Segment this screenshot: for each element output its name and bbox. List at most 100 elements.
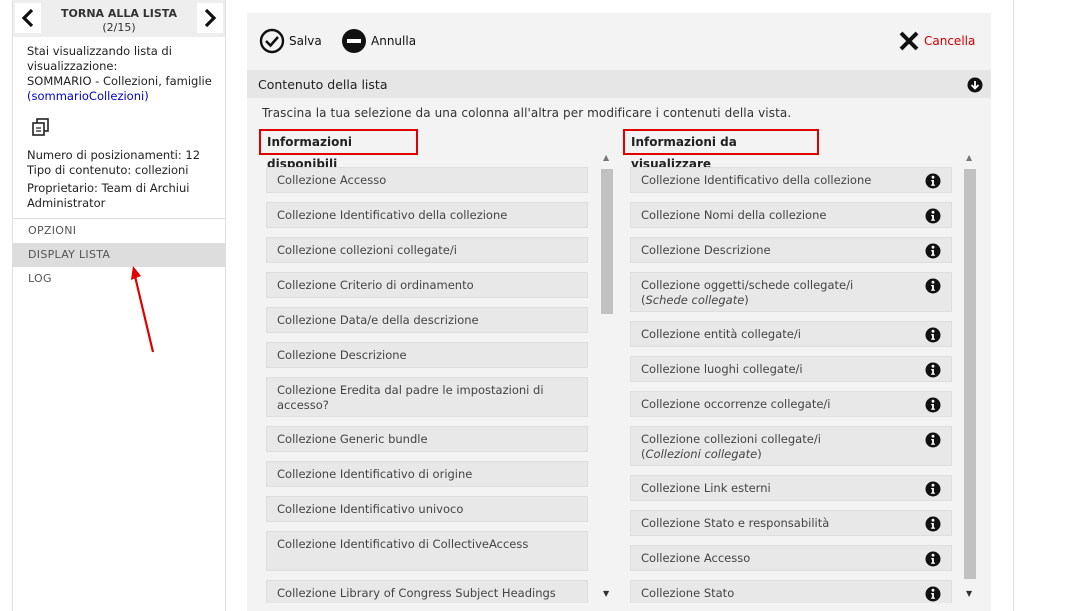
available-list-scrollbar[interactable]: ▲ ▼: [600, 153, 614, 598]
info-icon[interactable]: [925, 327, 941, 343]
item-prefix: Collezione: [641, 586, 701, 600]
list-item[interactable]: Collezione Descrizione: [266, 342, 588, 368]
info-icon[interactable]: [925, 551, 941, 567]
sidebar-menu: OPZIONI DISPLAY LISTA LOG: [13, 218, 225, 291]
duplicate-icon[interactable]: [31, 117, 51, 137]
item-label: collezioni collegate/i: [703, 432, 821, 446]
item-prefix: Collezione: [277, 348, 337, 362]
item-prefix: Collezione: [641, 173, 701, 187]
item-prefix: Collezione: [641, 481, 701, 495]
list-item[interactable]: Collezione Stato: [630, 580, 952, 603]
list-item[interactable]: Collezione Identificativo di CollectiveA…: [266, 531, 588, 571]
list-info: Stai visualizzando lista di visualizzazi…: [27, 44, 217, 104]
info-icon[interactable]: [925, 243, 941, 259]
list-item[interactable]: Collezione Identificativo di origine: [266, 461, 588, 487]
scrollbar-thumb[interactable]: [964, 169, 976, 579]
item-label: Accesso: [339, 173, 387, 187]
viewing-label: Stai visualizzando lista di visualizzazi…: [27, 44, 172, 73]
list-item[interactable]: Collezione collezioni collegate/i: [266, 237, 588, 263]
info-icon[interactable]: [925, 173, 941, 189]
sidebar-item-log[interactable]: LOG: [13, 267, 225, 291]
item-label: occorrenze collegate/i: [703, 397, 831, 411]
list-code: (sommarioCollezioni): [27, 89, 149, 103]
check-circle-icon: [259, 28, 285, 54]
section-title: Contenuto della lista: [258, 77, 388, 92]
scroll-down-arrow[interactable]: ▼: [966, 589, 972, 598]
sidebar-item-display-lista[interactable]: DISPLAY LISTA: [13, 243, 225, 267]
item-prefix: Collezione: [277, 502, 337, 516]
list-item[interactable]: Collezione Identificativo univoco: [266, 496, 588, 522]
scroll-down-arrow[interactable]: ▼: [603, 589, 609, 598]
list-item[interactable]: Collezione Stato e responsabilità: [630, 510, 952, 536]
list-item[interactable]: Collezione Criterio di ordinamento: [266, 272, 588, 298]
list-item[interactable]: Collezione collezioni collegate/i (Collez…: [630, 426, 952, 466]
list-item[interactable]: Collezione Accesso: [630, 545, 952, 571]
info-icon[interactable]: [925, 432, 941, 448]
item-label: Identificativo della collezione: [339, 208, 508, 222]
save-button[interactable]: Salva: [259, 27, 322, 55]
back-to-list-link[interactable]: TORNA ALLA LISTA (2/15): [43, 7, 195, 35]
list-item[interactable]: Collezione Accesso: [266, 167, 588, 193]
chevron-left-icon: [21, 8, 34, 28]
item-prefix: Collezione: [641, 327, 701, 341]
list-item[interactable]: Collezione oggetti/schede collegate/i (Sc…: [630, 272, 952, 312]
item-label: Accesso: [703, 551, 751, 565]
list-item[interactable]: Collezione entità collegate/i: [630, 321, 952, 347]
list-item[interactable]: Collezione Eredita dal padre le impostaz…: [266, 377, 588, 417]
list-item[interactable]: Collezione occorrenze collegate/i: [630, 391, 952, 417]
item-label: entità collegate/i: [703, 327, 801, 341]
list-item[interactable]: Collezione luoghi collegate/i: [630, 356, 952, 382]
item-prefix: Collezione: [277, 586, 337, 600]
list-item[interactable]: Collezione Identificativo della collezio…: [630, 167, 952, 193]
chevron-right-icon: [204, 8, 217, 28]
scroll-up-arrow[interactable]: ▲: [603, 153, 609, 162]
list-item[interactable]: Collezione Library of Congress Subject H…: [266, 580, 588, 603]
item-prefix: Collezione: [641, 208, 701, 222]
positions-label: Numero di posizionamenti:: [27, 148, 182, 162]
record-counter: (2/15): [102, 21, 136, 34]
content-type-value: collezioni: [134, 162, 189, 177]
list-item[interactable]: Collezione Descrizione: [630, 237, 952, 263]
item-prefix: Collezione: [277, 243, 337, 257]
info-icon[interactable]: [925, 481, 941, 497]
item-label: Stato e responsabilità: [703, 516, 830, 530]
list-item[interactable]: Collezione Identificativo della collezio…: [266, 202, 588, 228]
scroll-up-arrow[interactable]: ▲: [966, 153, 972, 162]
item-prefix: Collezione: [277, 537, 337, 551]
list-item[interactable]: Collezione Data/e della descrizione: [266, 307, 588, 333]
item-prefix: Collezione: [277, 173, 337, 187]
scrollbar-thumb[interactable]: [601, 169, 613, 314]
list-item[interactable]: Collezione Generic bundle: [266, 426, 588, 452]
list-name: SOMMARIO - Collezioni, famiglie: [27, 74, 212, 88]
info-icon[interactable]: [925, 397, 941, 413]
info-icon[interactable]: [925, 208, 941, 224]
item-label: Descrizione: [339, 348, 407, 362]
item-prefix: Collezione: [641, 397, 701, 411]
item-label: Stato: [703, 586, 735, 600]
previous-record-button[interactable]: [15, 3, 41, 33]
list-item[interactable]: Collezione Nomi della collezione: [630, 202, 952, 228]
delete-button[interactable]: Cancella: [898, 27, 975, 55]
sidebar: TORNA ALLA LISTA (2/15) Stai visualizzan…: [12, 0, 226, 611]
info-icon[interactable]: [925, 586, 941, 602]
display-list-scrollbar[interactable]: ▲ ▼: [963, 153, 977, 598]
delete-label: Cancella: [924, 34, 976, 48]
chevron-down-circle-icon[interactable]: [967, 77, 983, 93]
item-prefix: Collezione: [277, 383, 337, 397]
item-label: Generic bundle: [339, 432, 428, 446]
item-label: Nomi della collezione: [703, 208, 827, 222]
info-icon[interactable]: [925, 362, 941, 378]
cancel-edit-button[interactable]: Annulla: [341, 27, 416, 55]
list-item[interactable]: Collezione Link esterni: [630, 475, 952, 501]
item-prefix: Collezione: [641, 278, 701, 292]
available-list: Collezione Accesso Collezione Identificat…: [266, 155, 588, 603]
record-navigation: TORNA ALLA LISTA (2/15): [13, 0, 225, 37]
item-label: collezioni collegate/i: [339, 243, 457, 257]
info-icon[interactable]: [925, 278, 941, 294]
next-record-button[interactable]: [197, 3, 223, 33]
instructions: Trascina la tua selezione da una colonna…: [262, 106, 792, 120]
item-label: Identificativo di origine: [339, 467, 473, 481]
info-icon[interactable]: [925, 516, 941, 532]
display-column-title: Informazioni da visualizzare: [623, 129, 819, 171]
sidebar-item-opzioni[interactable]: OPZIONI: [13, 219, 225, 243]
